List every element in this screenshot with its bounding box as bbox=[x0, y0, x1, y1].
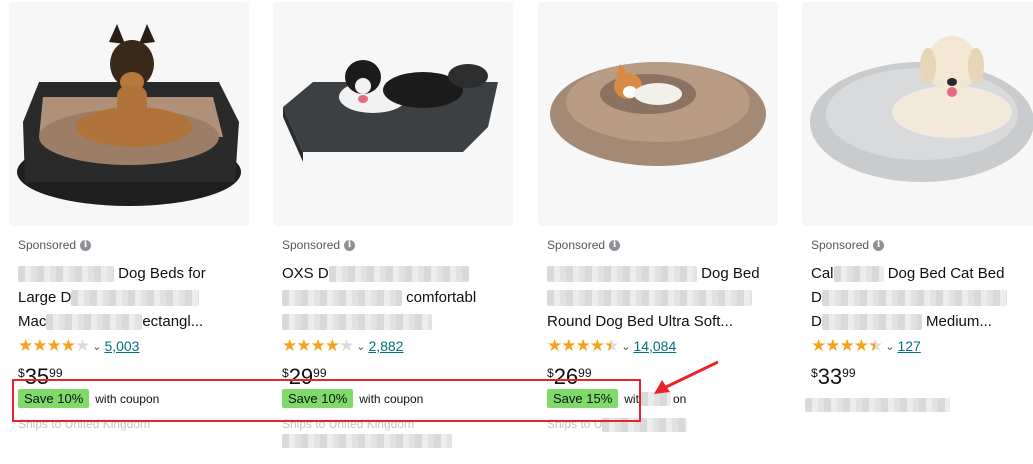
price-symbol: $ bbox=[18, 366, 25, 380]
price-symbol: $ bbox=[547, 366, 554, 380]
price-fraction: 99 bbox=[313, 366, 327, 380]
blurred-text bbox=[18, 266, 114, 283]
product-title[interactable]: Dog Bed Round Dog Bed Ultra Soft... bbox=[547, 262, 779, 334]
chevron-down-icon[interactable]: ⌄ bbox=[92, 340, 101, 353]
title-text: Cal bbox=[811, 265, 834, 282]
title-text: D bbox=[811, 313, 822, 330]
price-whole: 33 bbox=[817, 364, 843, 389]
blurred-text bbox=[282, 314, 432, 331]
title-text: Dog Bed bbox=[701, 265, 760, 282]
price-symbol: $ bbox=[811, 366, 818, 380]
rating-row[interactable]: ★★★★★ ⌄ 2,882 bbox=[282, 336, 403, 356]
star-rating-icon[interactable]: ★★★★★ bbox=[547, 336, 619, 356]
star-rating-icon[interactable]: ★★★★★ bbox=[811, 336, 883, 356]
product-image[interactable] bbox=[538, 2, 778, 226]
product-image[interactable] bbox=[802, 2, 1033, 226]
product-image[interactable] bbox=[273, 2, 513, 226]
blurred-text bbox=[71, 290, 200, 307]
blurred-text bbox=[833, 266, 884, 283]
blurred-text bbox=[282, 434, 452, 448]
price-fraction: 99 bbox=[49, 366, 63, 380]
price-fraction: 99 bbox=[842, 366, 856, 380]
sponsored-label[interactable]: Sponsored i bbox=[282, 238, 356, 252]
review-count-link[interactable]: 5,003 bbox=[104, 338, 139, 354]
product-card[interactable]: Sponsored i Cal Dog Bed Cat Bed D D Medi… bbox=[802, 0, 1033, 464]
title-text: Medium... bbox=[926, 313, 992, 330]
review-count-link[interactable]: 2,882 bbox=[368, 338, 403, 354]
blurred-text bbox=[46, 314, 143, 331]
blurred-text bbox=[821, 314, 922, 331]
dog-bed-image bbox=[538, 2, 778, 226]
sponsored-label[interactable]: Sponsored i bbox=[18, 238, 92, 252]
price-symbol: $ bbox=[282, 366, 289, 380]
chevron-down-icon[interactable]: ⌄ bbox=[621, 340, 630, 353]
blurred-text bbox=[547, 290, 752, 307]
chevron-down-icon[interactable]: ⌄ bbox=[885, 340, 894, 353]
sponsored-label[interactable]: Sponsored i bbox=[811, 238, 885, 252]
price-fraction: 99 bbox=[578, 366, 592, 380]
sponsored-text: Sponsored bbox=[282, 238, 341, 252]
title-text: Dog Beds for bbox=[118, 265, 206, 282]
sponsored-label[interactable]: Sponsored i bbox=[547, 238, 621, 252]
title-text: comfortabl bbox=[406, 289, 477, 306]
review-count-link[interactable]: 127 bbox=[897, 338, 920, 354]
title-text: ectangl... bbox=[142, 313, 204, 330]
title-text: D bbox=[811, 289, 822, 306]
title-text: Large D bbox=[18, 289, 72, 306]
title-text: Round Dog Bed Ultra Soft... bbox=[547, 313, 733, 330]
star-rating-icon[interactable]: ★★★★★ bbox=[282, 336, 354, 356]
star-rating-icon[interactable]: ★★★★★ bbox=[18, 336, 90, 356]
info-icon[interactable]: i bbox=[609, 239, 621, 251]
sponsored-text: Sponsored bbox=[547, 238, 606, 252]
rating-row[interactable]: ★★★★★ ⌄ 127 bbox=[811, 336, 921, 356]
product-title[interactable]: OXS D comfortabl bbox=[282, 262, 514, 334]
dog-bed-image bbox=[9, 2, 249, 226]
title-text: Mac bbox=[18, 313, 47, 330]
blurred-text bbox=[282, 290, 402, 307]
title-text: Dog Bed Cat Bed bbox=[887, 265, 1005, 282]
price[interactable]: $3399 bbox=[811, 364, 856, 390]
product-image[interactable] bbox=[9, 2, 249, 226]
sponsored-text: Sponsored bbox=[18, 238, 77, 252]
blurred-text bbox=[328, 266, 469, 283]
info-icon[interactable]: i bbox=[873, 239, 885, 251]
red-arrow-annotation bbox=[654, 360, 719, 394]
product-title[interactable]: Cal Dog Bed Cat Bed D D Medium... bbox=[811, 262, 1033, 334]
product-title[interactable]: Dog Beds for Large D Mac ectangl... bbox=[18, 262, 250, 334]
dog-bed-image bbox=[802, 2, 1033, 226]
title-text: OXS D bbox=[282, 265, 329, 282]
rating-row[interactable]: ★★★★★ ⌄ 5,003 bbox=[18, 336, 139, 356]
blurred-text bbox=[821, 290, 1007, 307]
sponsored-text: Sponsored bbox=[811, 238, 870, 252]
blurred-text bbox=[547, 266, 697, 283]
info-icon[interactable]: i bbox=[80, 239, 92, 251]
chevron-down-icon[interactable]: ⌄ bbox=[356, 340, 365, 353]
dog-bed-image bbox=[273, 2, 513, 226]
rating-row[interactable]: ★★★★★ ⌄ 14,084 bbox=[547, 336, 676, 356]
info-icon[interactable]: i bbox=[344, 239, 356, 251]
review-count-link[interactable]: 14,084 bbox=[633, 338, 676, 354]
blurred-text bbox=[805, 398, 950, 412]
coupon-highlight-box bbox=[12, 379, 641, 422]
